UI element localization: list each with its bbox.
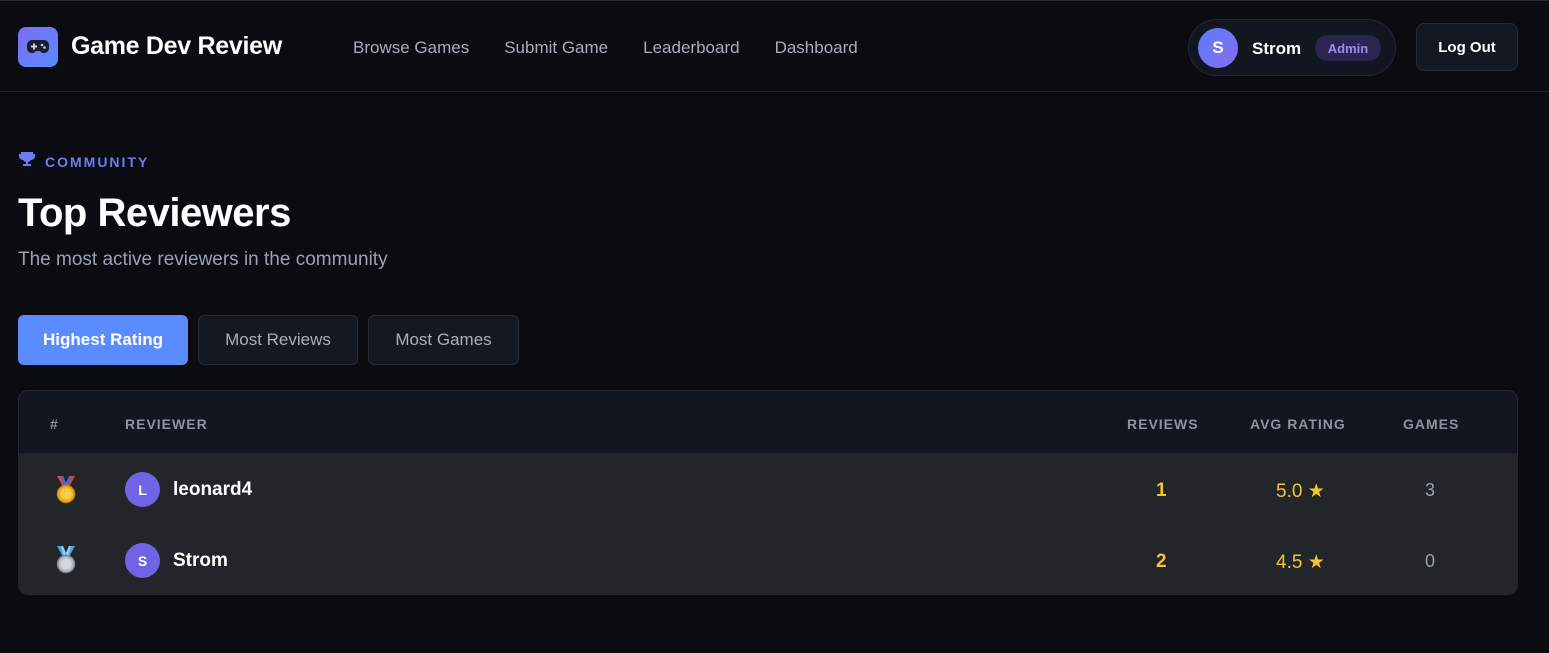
- reviewer-name[interactable]: leonard4: [173, 479, 252, 501]
- tab-highest-rating[interactable]: Highest Rating: [18, 315, 188, 365]
- column-header-avg-rating[interactable]: AVG RATING: [1250, 416, 1346, 432]
- user-name: Strom: [1252, 39, 1302, 58]
- table-row[interactable]: S Strom 2 4.5 ★ 0: [19, 525, 1517, 594]
- user-avatar: S: [1198, 28, 1238, 68]
- nav-submit-game[interactable]: Submit Game: [504, 38, 608, 58]
- games-count: 0: [1425, 551, 1436, 571]
- user-menu[interactable]: S Strom Admin: [1188, 19, 1396, 76]
- table-header: # REVIEWER REVIEWS AVG RATING GAMES: [19, 391, 1517, 454]
- gamepad-icon[interactable]: [18, 27, 58, 67]
- column-header-rank[interactable]: #: [50, 416, 59, 432]
- avatar: S: [125, 543, 160, 578]
- column-header-reviewer[interactable]: REVIEWER: [125, 416, 208, 432]
- section-eyebrow: COMMUNITY: [18, 151, 149, 172]
- nav-browse-games[interactable]: Browse Games: [353, 38, 469, 58]
- avg-rating: 4.5 ★: [1276, 552, 1325, 573]
- page-subtitle: The most active reviewers in the communi…: [18, 249, 388, 270]
- leaderboard-table: # REVIEWER REVIEWS AVG RATING GAMES L le…: [18, 390, 1518, 595]
- games-count: 3: [1425, 480, 1436, 500]
- tab-most-games[interactable]: Most Games: [368, 315, 519, 365]
- avg-rating: 5.0 ★: [1276, 481, 1325, 502]
- nav-leaderboard[interactable]: Leaderboard: [643, 38, 739, 58]
- brand-title[interactable]: Game Dev Review: [71, 32, 282, 61]
- silver-medal-icon: [53, 546, 79, 579]
- role-badge: Admin: [1315, 35, 1381, 61]
- reviews-count: 2: [1156, 551, 1167, 572]
- gold-medal-icon: [53, 476, 79, 509]
- page-title: Top Reviewers: [18, 191, 291, 235]
- nav-dashboard[interactable]: Dashboard: [775, 38, 858, 58]
- table-row[interactable]: L leonard4 1 5.0 ★ 3: [19, 454, 1517, 525]
- reviewer-name[interactable]: Strom: [173, 550, 228, 572]
- top-navigation-bar: Game Dev Review Browse Games Submit Game…: [0, 0, 1549, 92]
- avatar: L: [125, 472, 160, 507]
- column-header-reviews[interactable]: REVIEWS: [1127, 416, 1199, 432]
- trophy-icon: [18, 151, 36, 172]
- reviews-count: 1: [1156, 480, 1167, 501]
- main-nav: Browse Games Submit Game Leaderboard Das…: [353, 38, 893, 58]
- tab-most-reviews[interactable]: Most Reviews: [198, 315, 358, 365]
- column-header-games[interactable]: GAMES: [1403, 416, 1459, 432]
- logout-button[interactable]: Log Out: [1416, 23, 1518, 71]
- eyebrow-label: COMMUNITY: [45, 153, 150, 170]
